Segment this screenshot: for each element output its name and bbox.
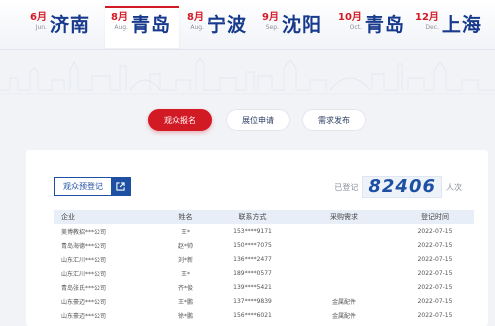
- cell-time: 2022-07-15: [417, 297, 453, 305]
- cell-company: 青岛海德***公司: [61, 242, 107, 250]
- external-link-icon: [111, 178, 130, 195]
- city-skyline-illustration: [0, 57, 495, 95]
- cell-time: 2022-07-15: [417, 283, 453, 291]
- city-tab-jinan[interactable]: 6月 Jun. 济南: [30, 7, 90, 49]
- city-tab-shenyang[interactable]: 9月 Sep. 沈阳: [262, 7, 322, 49]
- visitor-register-button[interactable]: 观众报名: [148, 109, 212, 131]
- cell-name: 齐*俊: [177, 284, 193, 292]
- header-demand: 采购需求: [330, 213, 358, 221]
- city-month: 9月: [262, 12, 279, 23]
- city-tab-qingdao-oct[interactable]: 10月 Oct. 青岛: [338, 7, 405, 49]
- cell-demand: 金属配件: [331, 298, 356, 306]
- table-row: 山东汇川***公司 刘*新 136****2477 2022-07-15: [54, 252, 474, 266]
- cell-phone: 150****7075: [233, 241, 272, 249]
- demand-publish-button[interactable]: 需求发布: [302, 109, 366, 131]
- city-month: 8月: [187, 12, 204, 23]
- city-month-en: Dec.: [425, 24, 439, 31]
- city-nav: 6月 Jun. 济南 8月 Aug. 青岛 8月 Aug. 宁波 9月 Sep.…: [0, 0, 495, 50]
- city-name: 济南: [49, 14, 90, 36]
- cell-phone: 189****0577: [233, 269, 272, 277]
- table-row: 美博教招***公司 王* 153****9171 2022-07-15: [54, 224, 474, 238]
- city-tab-ningbo[interactable]: 8月 Aug. 宁波: [187, 7, 247, 49]
- cell-name: 王*: [180, 228, 190, 236]
- cell-time: 2022-07-15: [417, 269, 453, 277]
- header-company: 企业: [61, 213, 75, 221]
- city-name: 宁波: [206, 14, 247, 36]
- cell-name: 赵*帅: [177, 242, 193, 250]
- city-month-en: Jun.: [35, 24, 47, 31]
- cell-name: 徐*鹏: [177, 312, 193, 320]
- booth-apply-button[interactable]: 展位申请: [226, 109, 290, 131]
- counter-prefix: 已登记: [334, 182, 359, 192]
- counter-suffix: 人次: [446, 182, 462, 192]
- city-month: 6月: [30, 12, 47, 23]
- city-month-en: Oct.: [349, 24, 362, 31]
- city-month: 10月: [338, 12, 362, 23]
- cell-time: 2022-07-15: [417, 255, 453, 263]
- cell-name: 刘*新: [177, 256, 193, 264]
- city-name: 沈阳: [281, 14, 322, 36]
- city-month-en: Aug.: [190, 24, 204, 31]
- city-month-en: Sep.: [265, 24, 279, 31]
- cell-phone: 156****6021: [233, 311, 272, 319]
- city-month: 8月: [111, 12, 128, 23]
- pre-register-button[interactable]: 观众预登记: [54, 177, 131, 196]
- table-row: 山东豪迈***公司 王*鹏 137****9839 金属配件 2022-07-1…: [54, 294, 474, 308]
- cell-company: 山东汇川***公司: [61, 256, 107, 264]
- counter-value: 82406: [362, 176, 442, 198]
- cell-demand: 金属配件: [331, 312, 356, 320]
- table-row: 青岛海德***公司 赵*帅 150****7075 2022-07-15: [54, 238, 474, 252]
- table-row: 山东汇川***公司 王* 189****0577 2022-07-15: [54, 266, 474, 280]
- cell-name: 王*: [180, 270, 190, 278]
- city-month: 12月: [415, 12, 439, 23]
- table-row: 青岛张氏***公司 齐*俊 139****5421 2022-07-15: [54, 280, 474, 294]
- cell-company: 美博教招***公司: [61, 228, 107, 236]
- city-name: 上海: [441, 14, 482, 36]
- pre-register-label: 观众预登记: [55, 178, 111, 195]
- city-name: 青岛: [364, 14, 405, 36]
- header-time: 登记时间: [421, 213, 449, 221]
- registration-panel: 观众预登记 已登记 82406 人次 企业 姓名 联系方式 采购需求 登记时间 …: [26, 150, 488, 326]
- city-name: 青岛: [130, 14, 171, 36]
- city-tab-shanghai[interactable]: 12月 Dec. 上海: [415, 7, 482, 49]
- cell-time: 2022-07-15: [417, 311, 453, 319]
- cell-time: 2022-07-15: [417, 241, 453, 249]
- city-month-en: Aug.: [114, 24, 128, 31]
- city-tab-qingdao-aug[interactable]: 8月 Aug. 青岛: [105, 6, 179, 48]
- table-row: 山东豪迈***公司 徐*鹏 156****6021 金属配件 2022-07-1…: [54, 308, 474, 322]
- cell-company: 山东汇川***公司: [61, 270, 107, 278]
- cell-company: 青岛张氏***公司: [61, 284, 107, 292]
- header-phone: 联系方式: [238, 213, 267, 221]
- registration-table: 企业 姓名 联系方式 采购需求 登记时间 美博教招***公司 王* 153***…: [54, 210, 474, 322]
- cell-company: 山东豪迈***公司: [61, 312, 107, 320]
- cell-time: 2022-07-15: [417, 227, 453, 235]
- cell-name: 王*鹏: [177, 298, 193, 306]
- table-header: 企业 姓名 联系方式 采购需求 登记时间: [54, 210, 474, 224]
- registration-counter: 已登记 82406 人次: [334, 176, 462, 198]
- header-name: 姓名: [178, 213, 193, 221]
- cell-phone: 137****9839: [233, 297, 272, 305]
- cell-phone: 139****5421: [233, 283, 272, 291]
- cell-phone: 153****9171: [233, 227, 272, 235]
- cell-phone: 136****2477: [233, 255, 272, 263]
- cell-company: 山东豪迈***公司: [61, 298, 107, 306]
